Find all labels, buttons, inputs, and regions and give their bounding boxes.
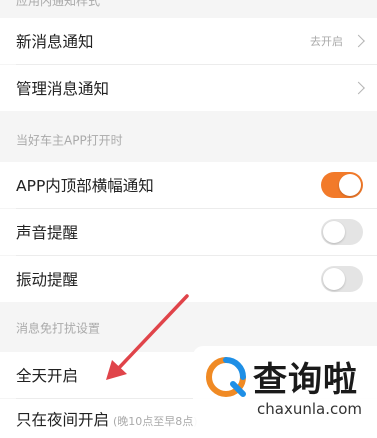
watermark: 查询啦 chaxunla.com [193, 346, 377, 438]
chaxunla-logo-icon [206, 357, 246, 397]
watermark-domain: chaxunla.com [257, 400, 362, 418]
watermark-title: 查询啦 [253, 360, 358, 400]
arrow-shaft [114, 294, 189, 373]
